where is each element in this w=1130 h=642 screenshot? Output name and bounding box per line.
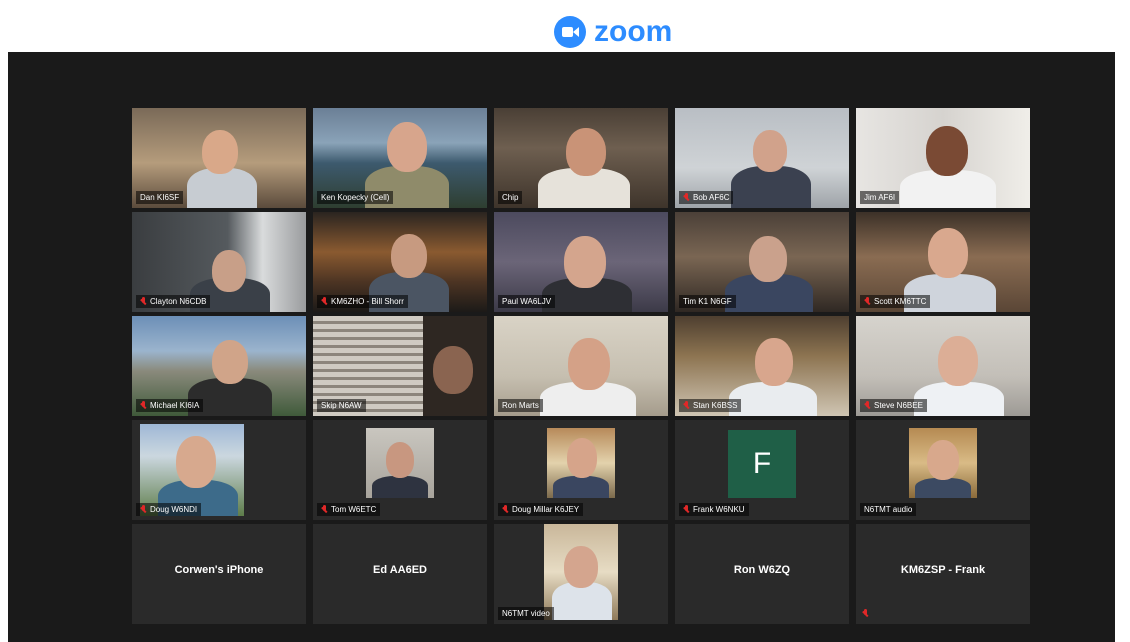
participant-tile[interactable]: Ron Marts <box>494 316 668 416</box>
participant-tile[interactable]: KM6ZHO - Bill Shorr <box>313 212 487 312</box>
grid-row-5: Corwen's iPhone Ed AA6ED N6TMT video Ron… <box>132 524 1032 626</box>
grid-row-1: Dan KI6SF Ken Kopecky (Cell) Chip Bob AF… <box>132 108 1032 210</box>
participant-tile[interactable]: KM6ZSP - Frank <box>856 524 1030 624</box>
participant-tile[interactable]: Dan KI6SF <box>132 108 306 208</box>
participant-tile[interactable]: Ken Kopecky (Cell) <box>313 108 487 208</box>
participant-name-label: Skip N6AW <box>317 399 366 412</box>
participant-tile[interactable]: Skip N6AW <box>313 316 487 416</box>
participant-name-label: Ken Kopecky (Cell) <box>317 191 394 204</box>
participant-tile[interactable]: Paul WA6LJV <box>494 212 668 312</box>
logo-text: zoom <box>594 15 673 48</box>
participant-name-label: Doug W6NDI <box>136 503 202 516</box>
participant-name: Ed AA6ED <box>373 564 427 576</box>
participant-name-label: Frank W6NKU <box>679 503 749 516</box>
microphone-muted-icon <box>864 297 871 306</box>
participant-name-label: N6TMT video <box>498 607 554 620</box>
participant-tile[interactable]: Corwen's iPhone <box>132 524 306 624</box>
participant-name-label: Tim K1 N6GF <box>679 295 736 308</box>
participant-name-label: Michael KI6IA <box>136 399 204 412</box>
participant-tile[interactable]: Stan K6BSS <box>675 316 849 416</box>
participant-tile[interactable]: Bob AF6C <box>675 108 849 208</box>
participant-tile[interactable]: Ed AA6ED <box>313 524 487 624</box>
participant-name-label: Jim AF6I <box>860 191 900 204</box>
microphone-muted-icon <box>683 505 690 514</box>
participant-tile[interactable]: Michael KI6IA <box>132 316 306 416</box>
participant-name-label: Stan K6BSS <box>679 399 742 412</box>
participant-tile[interactable]: Ron W6ZQ <box>675 524 849 624</box>
participant-avatar: F <box>728 430 796 498</box>
participant-name-label: KM6ZHO - Bill Shorr <box>317 295 408 308</box>
microphone-muted-icon <box>140 505 147 514</box>
participant-name-label: Dan KI6SF <box>136 191 184 204</box>
participant-name-label: Tom W6ETC <box>317 503 381 516</box>
microphone-muted-icon <box>862 609 869 618</box>
participant-tile[interactable]: N6TMT video <box>494 524 668 624</box>
participant-tile[interactable]: Tom W6ETC <box>313 420 487 520</box>
participant-name-label: Ron Marts <box>498 399 543 412</box>
participant-video <box>909 428 977 498</box>
zoom-logo: zoom <box>554 14 672 50</box>
participant-tile[interactable]: Jim AF6I <box>856 108 1030 208</box>
participant-name: Corwen's iPhone <box>174 564 264 576</box>
participant-name-label: Chip <box>498 191 523 204</box>
participant-tile[interactable]: N6TMT audio <box>856 420 1030 520</box>
participant-video <box>544 524 618 620</box>
participant-tile[interactable]: Clayton N6CDB <box>132 212 306 312</box>
video-camera-icon <box>554 16 586 48</box>
microphone-muted-icon <box>683 401 690 410</box>
participant-tile[interactable]: Steve N6BEE <box>856 316 1030 416</box>
participant-tile[interactable]: Tim K1 N6GF <box>675 212 849 312</box>
participant-tile[interactable]: Chip <box>494 108 668 208</box>
participant-tile[interactable]: Scott KM6TTC <box>856 212 1030 312</box>
participant-tile[interactable]: F Frank W6NKU <box>675 420 849 520</box>
participant-name-label: N6TMT audio <box>860 503 917 516</box>
grid-row-3: Michael KI6IA Skip N6AW Ron Marts Stan K… <box>132 316 1032 418</box>
participant-name-label: Doug Millar K6JEY <box>498 503 584 516</box>
meeting-gallery-view: Dan KI6SF Ken Kopecky (Cell) Chip Bob AF… <box>8 52 1115 642</box>
microphone-muted-icon <box>140 297 147 306</box>
participant-name: KM6ZSP - Frank <box>900 564 986 576</box>
grid-row-2: Clayton N6CDB KM6ZHO - Bill Shorr Paul W… <box>132 212 1032 314</box>
microphone-muted-icon <box>683 193 690 202</box>
microphone-muted-icon <box>321 297 328 306</box>
participant-name-label: Steve N6BEE <box>860 399 927 412</box>
participant-name-label: Bob AF6C <box>679 191 734 204</box>
microphone-muted-icon <box>140 401 147 410</box>
participant-name-label: Paul WA6LJV <box>498 295 556 308</box>
participant-video <box>366 428 434 498</box>
participant-tile[interactable]: Doug Millar K6JEY <box>494 420 668 520</box>
microphone-muted-icon <box>502 505 509 514</box>
participant-name-label: Scott KM6TTC <box>860 295 931 308</box>
participant-name-label: Clayton N6CDB <box>136 295 211 308</box>
grid-row-4: Doug W6NDI Tom W6ETC Doug Millar K6JEY F… <box>132 420 1032 522</box>
participant-video <box>547 428 615 498</box>
participant-name: Ron W6ZQ <box>733 564 791 576</box>
microphone-muted-icon <box>321 505 328 514</box>
participant-tile[interactable]: Doug W6NDI <box>132 420 306 520</box>
microphone-muted-icon <box>864 401 871 410</box>
